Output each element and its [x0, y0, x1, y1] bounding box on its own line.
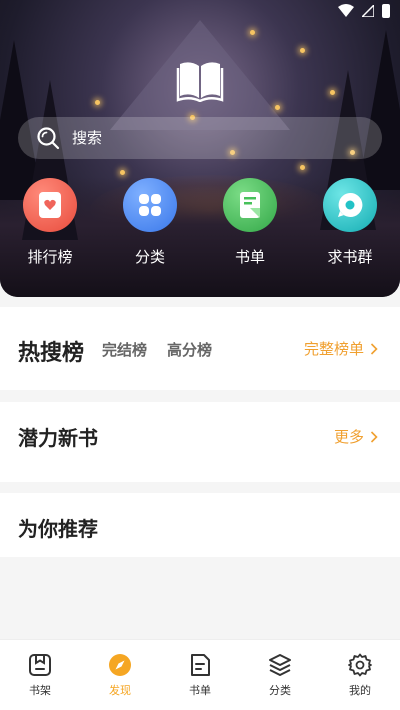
more-link-label: 更多	[333, 428, 364, 446]
nav-label: 我的	[349, 684, 371, 697]
search-input[interactable]	[72, 129, 322, 147]
bottom-navigation: 书架 发现 书单 分类 我的	[0, 639, 400, 710]
tab-high-score[interactable]: 高分榜	[167, 339, 212, 360]
chevron-right-icon	[370, 430, 378, 443]
nav-discover[interactable]: 发现	[80, 652, 160, 698]
quick-links: 排行榜 分类 书单 求书群	[0, 178, 400, 273]
lantern-light	[95, 100, 100, 105]
nav-category[interactable]: 分类	[240, 652, 320, 698]
ranking-icon	[23, 178, 77, 232]
bookshelf-icon	[29, 654, 51, 676]
hot-search-section: 热搜榜 完结榜 高分榜 完整榜单	[0, 307, 400, 390]
search-bar[interactable]	[18, 117, 382, 159]
category-icon	[123, 178, 177, 232]
recommend-section: 为你推荐	[0, 493, 400, 557]
quick-link-booklist[interactable]: 书单	[210, 178, 290, 267]
nav-label: 发现	[109, 684, 131, 697]
chat-group-icon	[323, 178, 377, 232]
chevron-right-icon	[370, 342, 378, 355]
document-icon	[191, 654, 210, 676]
status-bar	[338, 4, 390, 18]
nav-label: 书单	[189, 684, 211, 697]
lantern-light	[250, 30, 255, 35]
quick-link-ranking[interactable]: 排行榜	[10, 178, 90, 267]
hero-banner: 排行榜 分类 书单	[0, 0, 400, 297]
search-icon	[37, 127, 60, 150]
section-title: 潜力新书	[18, 426, 98, 450]
tab-completed[interactable]: 完结榜	[102, 339, 147, 360]
nav-label: 书架	[29, 684, 51, 697]
new-books-section: 潜力新书 更多	[0, 402, 400, 482]
section-title: 为你推荐	[18, 517, 98, 541]
section-title: 热搜榜	[18, 341, 85, 366]
quick-link-label: 书单	[234, 248, 265, 266]
lantern-light	[120, 170, 125, 175]
nav-profile[interactable]: 我的	[320, 652, 400, 698]
lantern-light	[300, 165, 305, 170]
full-ranking-link[interactable]: 完整榜单	[304, 338, 378, 359]
nav-bookshelf[interactable]: 书架	[0, 652, 80, 698]
compass-icon	[109, 654, 131, 676]
gear-icon	[348, 653, 372, 677]
quick-link-category[interactable]: 分类	[110, 178, 190, 267]
nav-booklist[interactable]: 书单	[160, 652, 240, 698]
open-book-icon	[176, 62, 224, 102]
quick-link-label: 分类	[134, 248, 165, 266]
signal-icon	[362, 5, 374, 17]
booklist-icon	[223, 178, 277, 232]
more-link-label: 完整榜单	[303, 340, 364, 358]
layers-icon	[269, 654, 291, 676]
lantern-light	[275, 105, 280, 110]
lantern-light	[300, 48, 305, 53]
wifi-icon	[338, 4, 354, 17]
more-link[interactable]: 更多	[334, 426, 378, 447]
lantern-light	[330, 90, 335, 95]
quick-link-label: 排行榜	[27, 248, 73, 266]
nav-label: 分类	[269, 684, 291, 697]
battery-icon	[382, 4, 390, 18]
quick-link-label: 求书群	[327, 248, 373, 266]
quick-link-chat-group[interactable]: 求书群	[310, 178, 390, 267]
